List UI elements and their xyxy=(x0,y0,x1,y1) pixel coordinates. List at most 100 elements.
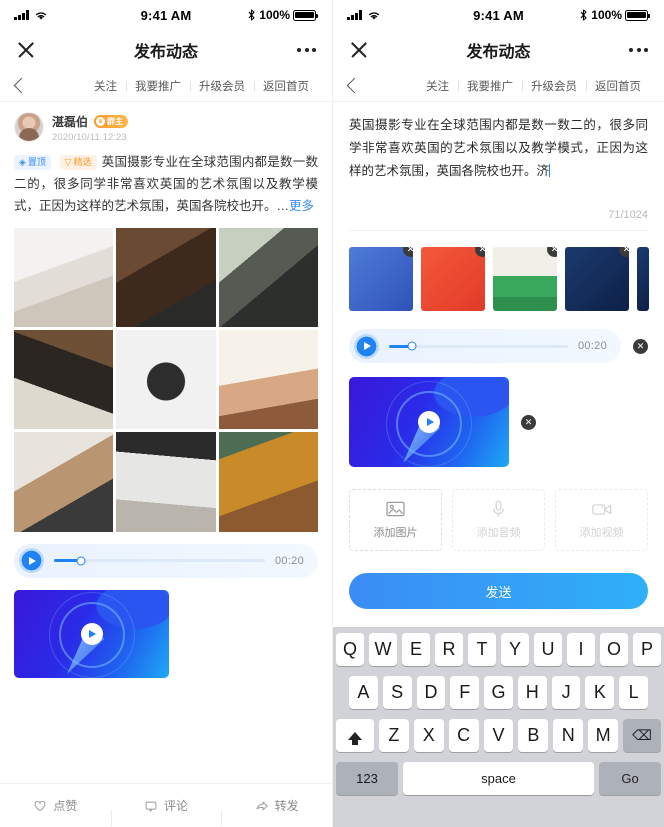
subnav-link-upgrade[interactable]: 升级会员 xyxy=(522,78,586,94)
attached-image-item[interactable]: ✕ xyxy=(349,247,413,312)
like-button[interactable]: 点赞 xyxy=(0,797,111,814)
space-key[interactable]: space xyxy=(403,762,594,795)
more-dots-icon[interactable] xyxy=(297,48,316,52)
key-k[interactable]: K xyxy=(585,676,615,709)
return-key[interactable]: Go xyxy=(599,762,661,795)
subnav-link-home[interactable]: 返回首页 xyxy=(586,78,650,94)
chevron-left-icon[interactable] xyxy=(346,77,363,94)
comment-label: 评论 xyxy=(164,799,189,813)
audio-progress-knob[interactable] xyxy=(407,341,417,351)
key-j[interactable]: J xyxy=(551,676,581,709)
key-f[interactable]: F xyxy=(450,676,480,709)
audio-progress-slider[interactable] xyxy=(54,556,265,566)
close-icon[interactable] xyxy=(16,40,36,60)
photo-grid-item[interactable] xyxy=(14,227,114,327)
attached-image-item[interactable] xyxy=(637,247,649,312)
photo-grid xyxy=(14,227,318,532)
key-o[interactable]: O xyxy=(600,633,628,666)
key-h[interactable]: H xyxy=(517,676,547,709)
key-w[interactable]: W xyxy=(369,633,397,666)
video-thumbnail[interactable] xyxy=(14,589,169,678)
play-icon[interactable] xyxy=(418,411,440,434)
key-b[interactable]: B xyxy=(518,719,549,752)
photo-grid-item[interactable] xyxy=(218,227,318,327)
attached-images-list[interactable]: ✕ ✕ ✕ ✕ xyxy=(333,231,664,312)
feed-scroll-area[interactable]: 湛磊伯 ♛ 群主 2020/10/11 12:23 ◈ 置顶 ▽ 精选 英国摄影… xyxy=(0,102,332,684)
subnav-link-promote[interactable]: 我要推广 xyxy=(126,78,190,94)
key-n[interactable]: N xyxy=(553,719,584,752)
phone-screen-compose: 9:41 AM 100% 发布动态 关注 我要推广 升级会员 返回首页 英国摄影… xyxy=(332,0,664,827)
audio-progress-knob[interactable] xyxy=(76,556,86,566)
author-name[interactable]: 湛磊伯 xyxy=(52,113,88,130)
key-m[interactable]: M xyxy=(588,719,619,752)
audio-progress-slider[interactable] xyxy=(389,341,568,351)
photo-grid-item[interactable] xyxy=(116,227,216,327)
key-y[interactable]: Y xyxy=(501,633,529,666)
photo-grid-item[interactable] xyxy=(14,432,114,532)
status-badge: ♛ 群主 xyxy=(94,115,129,128)
close-circle-icon[interactable]: ✕ xyxy=(633,338,648,354)
key-q[interactable]: Q xyxy=(336,633,364,666)
photo-grid-item[interactable] xyxy=(218,329,318,430)
add-audio-button[interactable]: 添加音频 xyxy=(452,489,545,552)
key-g[interactable]: G xyxy=(484,676,513,709)
key-l[interactable]: L xyxy=(619,676,649,709)
attached-image-item[interactable]: ✕ xyxy=(565,247,629,312)
key-v[interactable]: V xyxy=(483,719,514,752)
key-i[interactable]: I xyxy=(567,633,595,666)
video-thumbnail[interactable] xyxy=(349,377,509,468)
subnav-link-promote[interactable]: 我要推广 xyxy=(458,78,522,94)
attached-image-item[interactable]: ✕ xyxy=(421,247,485,312)
close-circle-icon[interactable]: ✕ xyxy=(521,414,536,430)
attached-video-row: ✕ xyxy=(333,363,664,468)
key-t[interactable]: T xyxy=(468,633,496,666)
photo-grid-item[interactable] xyxy=(116,432,216,532)
numeric-key[interactable]: 123 xyxy=(336,762,398,795)
key-z[interactable]: Z xyxy=(379,719,409,752)
comment-button[interactable]: 评论 xyxy=(110,797,222,826)
subnav-link-follow[interactable]: 关注 xyxy=(85,78,126,94)
close-icon[interactable] xyxy=(349,40,369,60)
play-icon[interactable] xyxy=(354,333,379,359)
subnav-link-follow[interactable]: 关注 xyxy=(417,78,458,94)
more-dots-icon[interactable] xyxy=(629,48,648,52)
key-c[interactable]: C xyxy=(448,719,479,752)
chevron-left-icon[interactable] xyxy=(13,77,30,94)
play-icon[interactable] xyxy=(80,622,103,645)
share-label: 转发 xyxy=(274,799,299,813)
add-video-button[interactable]: 添加视频 xyxy=(555,489,648,552)
photo-grid-item[interactable] xyxy=(218,432,318,532)
backspace-icon[interactable]: ⌫ xyxy=(623,719,662,752)
battery-full-icon xyxy=(293,9,319,21)
character-counter: 71/1024 xyxy=(608,209,648,222)
key-d[interactable]: D xyxy=(416,676,446,709)
add-image-label: 添加图片 xyxy=(373,527,418,540)
send-button[interactable]: 发送 xyxy=(349,573,648,610)
key-e[interactable]: E xyxy=(402,633,430,666)
status-bar-right: 100% xyxy=(579,8,651,22)
photo-grid-item[interactable] xyxy=(14,329,114,430)
tag-pinned: ◈ 置顶 xyxy=(14,154,51,170)
text-caret xyxy=(549,164,551,178)
audio-player[interactable]: 00:20 xyxy=(349,329,621,364)
key-x[interactable]: X xyxy=(413,719,444,752)
subnav-link-upgrade[interactable]: 升级会员 xyxy=(190,78,254,94)
subnav-link-home[interactable]: 返回首页 xyxy=(254,78,318,94)
share-button[interactable]: 转发 xyxy=(221,797,332,826)
key-r[interactable]: R xyxy=(435,633,463,666)
avatar[interactable] xyxy=(14,112,44,142)
shift-arrow-icon[interactable] xyxy=(336,719,374,752)
compose-textarea[interactable]: 英国摄影专业在全球范围内都是数一数二的，很多同学非常喜欢英国的艺术氛围以及教学模… xyxy=(349,114,648,183)
add-image-button[interactable]: 添加图片 xyxy=(349,489,442,552)
attached-image-item[interactable]: ✕ xyxy=(493,247,557,312)
expand-more-link[interactable]: 更多 xyxy=(289,199,314,213)
sub-nav-links: 关注 我要推广 升级会员 返回首页 xyxy=(85,78,318,94)
key-s[interactable]: S xyxy=(382,676,412,709)
play-icon[interactable] xyxy=(19,548,44,574)
post-header: 湛磊伯 ♛ 群主 2020/10/11 12:23 xyxy=(14,112,318,143)
photo-grid-item[interactable] xyxy=(116,329,216,430)
key-a[interactable]: A xyxy=(348,676,378,709)
key-u[interactable]: U xyxy=(534,633,562,666)
key-p[interactable]: P xyxy=(633,633,661,666)
audio-player[interactable]: 00:20 xyxy=(14,543,318,578)
